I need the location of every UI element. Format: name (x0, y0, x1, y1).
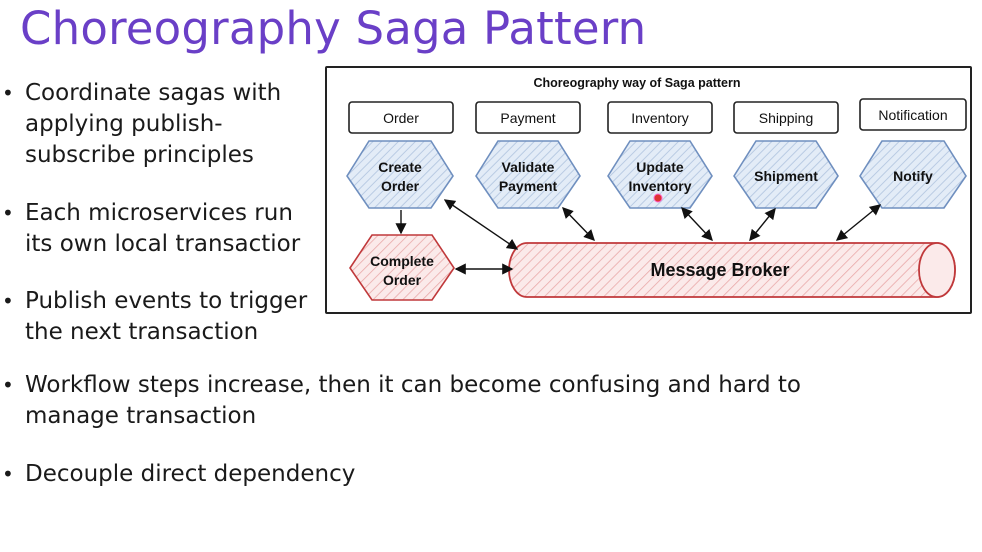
bullet-item: • Decouple direct dependency (2, 459, 602, 552)
arrow-payment-broker (562, 206, 595, 242)
step-notify: Notify (859, 140, 967, 209)
slide-title: Choreography Saga Pattern (20, 2, 647, 55)
bullet-dot-icon: • (2, 373, 14, 397)
step-text: Notify (893, 168, 933, 184)
step-text: Validate (502, 159, 555, 175)
bullet-text: Coordinate sagas with applying publish- … (25, 80, 282, 168)
diagram-title: Choreography way of Saga pattern (534, 76, 741, 90)
bullet-dot-icon: • (2, 462, 14, 486)
bullet-text: Each microservices run its own local tra… (25, 200, 301, 257)
bullet-item: • Each microservices run its own local t… (2, 198, 322, 291)
step-text: Complete (370, 253, 434, 269)
service-label-shipping: Shipping (733, 101, 839, 134)
bullet-dot-icon: • (2, 289, 14, 313)
service-label-notification: Notification (859, 98, 967, 131)
step-text: Order (381, 178, 420, 194)
arrow-shipping-broker (749, 207, 776, 242)
service-label-text: Shipping (759, 110, 814, 126)
bullet-item: • Workflow steps increase, then it can b… (2, 370, 902, 463)
step-update-inventory: Update Inventory (607, 140, 713, 209)
message-broker-label: Message Broker (650, 260, 789, 280)
step-complete-order: Complete Order (349, 234, 455, 301)
service-label-text: Inventory (631, 110, 689, 126)
service-label-order: Order (348, 101, 454, 134)
step-validate-payment: Validate Payment (475, 140, 581, 209)
bullet-dot-icon: • (2, 201, 14, 225)
bullet-text: Decouple direct dependency (25, 461, 356, 487)
diagram-frame: Choreography way of Saga pattern Order P… (325, 66, 972, 314)
bullet-item: • Publish events to trigger the next tra… (2, 286, 322, 379)
bullet-text: Publish events to trigger the next trans… (25, 288, 308, 345)
saga-diagram: Choreography way of Saga pattern Order P… (346, 76, 967, 301)
service-label-text: Notification (878, 107, 947, 123)
step-text: Create (378, 159, 422, 175)
step-text: Order (383, 272, 422, 288)
bullet-dot-icon: • (2, 81, 14, 105)
service-label-inventory: Inventory (607, 101, 713, 134)
service-label-text: Payment (500, 110, 555, 126)
service-label-payment: Payment (475, 101, 581, 134)
bullet-text: Workflow steps increase, then it can bec… (25, 372, 801, 429)
step-text: Payment (499, 178, 558, 194)
bullet-item: • Coordinate sagas with applying publish… (2, 78, 322, 171)
cursor-dot-icon (653, 193, 663, 203)
arrow-notify-broker (835, 204, 882, 241)
step-text: Inventory (628, 178, 691, 194)
service-label-text: Order (383, 110, 419, 126)
step-text: Shipment (754, 168, 818, 184)
step-create-order: Create Order (346, 140, 454, 209)
message-broker: Message Broker (508, 242, 956, 298)
step-shipment: Shipment (733, 140, 839, 209)
arrow-inventory-broker (681, 206, 713, 242)
step-text: Update (636, 159, 684, 175)
